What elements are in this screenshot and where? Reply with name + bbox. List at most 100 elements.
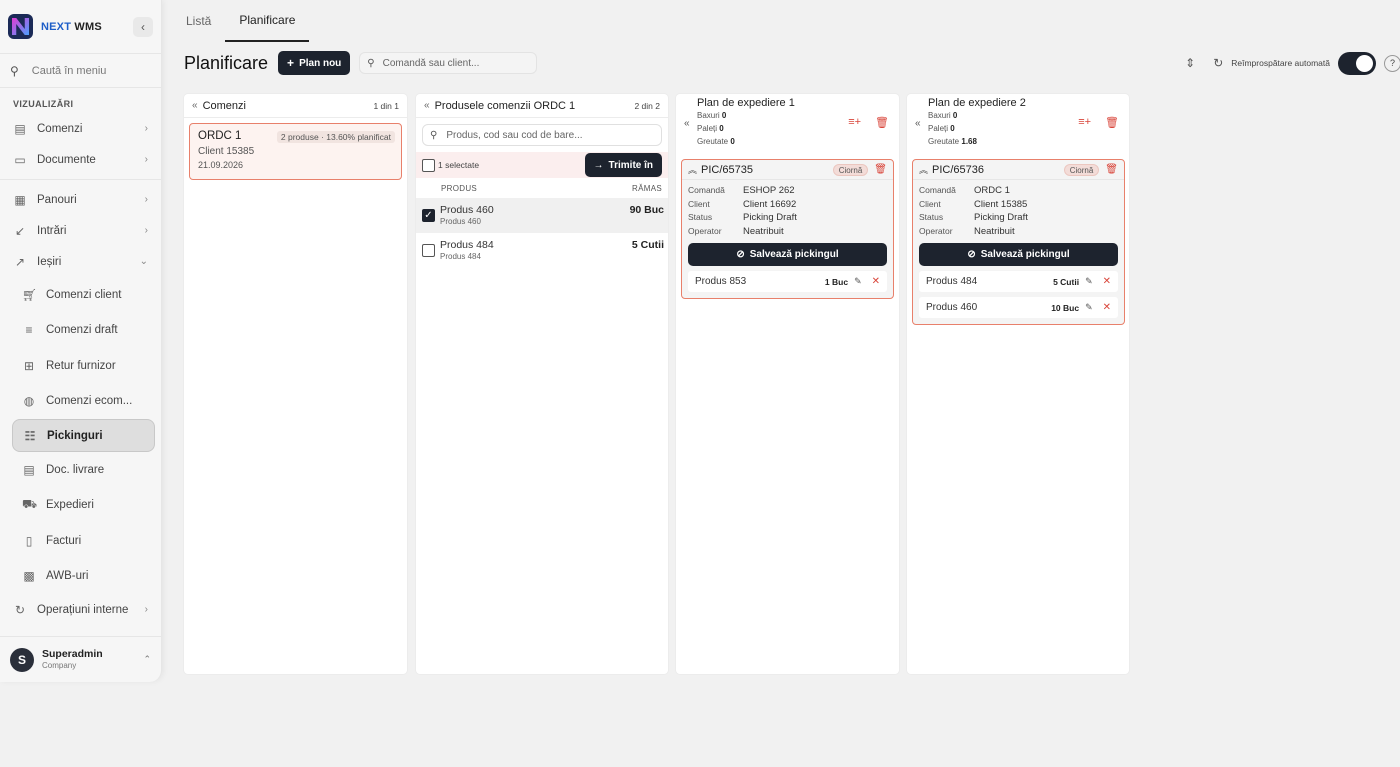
picking-line: Produs 853 1 Buc ✎ ✕	[688, 271, 887, 292]
refresh-icon[interactable]: ↻	[1213, 56, 1223, 70]
trash-icon[interactable]: 🗑︎	[874, 164, 887, 175]
plan-title: Plan de expediere 2	[928, 97, 1026, 109]
picking-card: ︽ PIC/65736 Ciornă 🗑︎ Comandă ORDC 1 Clie…	[912, 159, 1125, 325]
user-menu[interactable]: S Superadmin Company ⌃	[0, 636, 161, 682]
double-chevron-left-icon[interactable]: «	[192, 100, 198, 111]
order-card[interactable]: ORDC 1 2 produse · 13.60% planificat Cli…	[189, 123, 402, 180]
new-plan-button[interactable]: + Plan nou	[278, 51, 351, 75]
products-count: 2 din 2	[634, 100, 660, 111]
help-icon[interactable]: ?	[1384, 54, 1400, 72]
table-row[interactable]: Produs 484 Produs 484 5 Cutii	[416, 233, 668, 268]
trash-icon[interactable]: 🗑︎	[1105, 116, 1119, 129]
order-date: 21.09.2026	[198, 160, 244, 170]
edit-icon[interactable]: ✎	[854, 276, 862, 287]
remove-icon[interactable]: ✕	[1103, 276, 1111, 287]
chevron-right-icon: ›	[144, 194, 148, 205]
picking-line: Produs 460 10 Buc ✎ ✕	[919, 297, 1118, 318]
chevron-left-icon: ‹	[141, 19, 145, 34]
sidebar-item-awb-uri[interactable]: ▩ AWB-uri	[0, 559, 161, 595]
send-to-button[interactable]: → Trimite în	[584, 153, 662, 177]
trash-icon[interactable]: 🗑︎	[875, 116, 889, 129]
collapse-all-icon[interactable]: ⇕	[1185, 56, 1195, 70]
sidebar-item-operatiuni-interne[interactable]: ↻ Operațiuni interne ›	[0, 594, 161, 625]
edit-icon[interactable]: ✎	[1085, 302, 1093, 313]
check-circle-icon: ⊘	[967, 249, 976, 260]
auto-refresh-toggle[interactable]	[1338, 51, 1376, 75]
menu-search-input[interactable]: ⚲ Caută în meniu	[0, 54, 161, 88]
tab-planificare[interactable]: Planificare	[225, 0, 310, 42]
status-badge: Ciornă	[832, 163, 869, 176]
plan-title: Plan de expediere 1	[697, 97, 795, 109]
double-chevron-left-icon[interactable]: «	[684, 118, 690, 129]
selection-bar: 1 selectate → Trimite în	[416, 152, 668, 178]
sidebar-item-documente[interactable]: ▭ Documente ›	[0, 144, 161, 175]
order-search-input[interactable]: ⚲ Comandă sau client...	[359, 52, 538, 74]
picking-code: PIC/65735	[701, 163, 753, 176]
sync-icon: ↻	[14, 602, 26, 617]
double-chevron-left-icon[interactable]: «	[424, 100, 430, 111]
table-row[interactable]: ✓ Produs 460 Produs 460 90 Buc	[416, 198, 668, 233]
sidebar-item-comenzi[interactable]: ▤ Comenzi ›	[0, 113, 161, 144]
toolbar: Planificare + Plan nou ⚲ Comandă sau clien…	[184, 50, 1400, 76]
row-checkbox[interactable]	[422, 244, 435, 257]
receipt-icon: ▤	[23, 462, 35, 477]
picking-line: Produs 484 5 Cutii ✎ ✕	[919, 271, 1118, 292]
shipping-plan-panel: « Plan de expediere 1 Baxuri 0 Paleți 0 …	[676, 94, 899, 674]
sidebar-item-facturi[interactable]: ▯ Facturi	[0, 523, 161, 559]
remaining-qty: 5 Cutii	[631, 239, 664, 251]
list-icon: ▤	[14, 121, 26, 136]
add-to-plan-icon[interactable]: ≡+	[1078, 116, 1091, 129]
product-search-input[interactable]: ⚲ Produs, cod sau cod de bare...	[422, 124, 662, 146]
tab-lista[interactable]: Listă	[172, 0, 225, 42]
cart-icon: 🛒︎	[22, 287, 38, 302]
trash-icon[interactable]: 🗑︎	[1105, 164, 1118, 175]
sidebar-item-iesiri[interactable]: ↗ Ieșiri ⌄	[0, 246, 161, 277]
dashboard-icon: ▦	[14, 192, 26, 207]
orders-panel-header: « Comenzi 1 din 1	[184, 94, 407, 118]
products-panel-header: « Produsele comenzii ORDC 1 2 din 2	[416, 94, 668, 118]
brand-name: NEXT WMS	[41, 20, 102, 33]
sidebar-item-expedieri[interactable]: ⛟ Expedieri	[0, 488, 161, 524]
status-badge: Ciornă	[1063, 163, 1100, 176]
divider	[0, 179, 161, 180]
truck-icon: ⛟	[22, 497, 38, 512]
double-chevron-up-icon[interactable]: ︽	[688, 163, 697, 176]
sidebar-item-doc-livrare[interactable]: ▤ Doc. livrare	[0, 452, 161, 488]
select-all-checkbox[interactable]	[422, 158, 435, 172]
sidebar-item-pickinguri[interactable]: ☷ Pickinguri	[12, 419, 155, 452]
chevron-right-icon: ›	[144, 123, 148, 134]
search-icon: ⚲	[430, 129, 438, 141]
double-chevron-left-icon[interactable]: «	[915, 118, 921, 129]
draft-icon: ≡	[25, 323, 33, 338]
edit-icon[interactable]: ✎	[1085, 276, 1093, 287]
picking-code: PIC/65736	[932, 163, 984, 176]
sidebar-item-retur-furnizor[interactable]: ⊞ Retur furnizor	[0, 348, 161, 384]
user-name: Superadmin	[42, 647, 103, 660]
sidebar-header: NEXT WMS ‹	[0, 0, 161, 54]
double-chevron-up-icon[interactable]: ︽	[919, 163, 928, 176]
plus-icon: +	[287, 56, 295, 70]
sidebar-item-comenzi-draft[interactable]: ≡ Comenzi draft	[0, 313, 161, 349]
add-to-plan-icon[interactable]: ≡+	[848, 116, 861, 129]
chevron-up-icon: ⌃	[143, 654, 151, 664]
sidebar-item-comenzi-ecom[interactable]: ◍ Comenzi ecom...	[0, 384, 161, 420]
table-header: PRODUS RĂMAS	[441, 183, 662, 193]
save-picking-button[interactable]: ⊘ Salvează pickingul	[919, 243, 1118, 266]
arrow-in-icon: ↙	[14, 223, 26, 238]
chevron-right-icon: ›	[144, 225, 148, 236]
section-label: VIZUALIZĂRI	[13, 99, 74, 109]
logo	[8, 14, 33, 39]
globe-icon: ◍	[23, 394, 35, 409]
sidebar-item-panouri[interactable]: ▦ Panouri ›	[0, 184, 161, 215]
order-client: Client 15385	[198, 146, 255, 157]
sidebar-item-intrari[interactable]: ↙ Intrări ›	[0, 215, 161, 246]
save-picking-button[interactable]: ⊘ Salvează pickingul	[688, 243, 887, 266]
remove-icon[interactable]: ✕	[872, 276, 880, 287]
collapse-sidebar-button[interactable]: ‹	[133, 16, 153, 37]
remove-icon[interactable]: ✕	[1103, 302, 1111, 313]
chevron-down-icon: ⌄	[139, 256, 148, 267]
row-checkbox[interactable]: ✓	[422, 209, 435, 222]
sidebar-item-comenzi-client[interactable]: 🛒︎ Comenzi client	[0, 277, 161, 313]
search-icon: ⚲	[10, 63, 19, 78]
orders-count: 1 din 1	[373, 100, 399, 111]
